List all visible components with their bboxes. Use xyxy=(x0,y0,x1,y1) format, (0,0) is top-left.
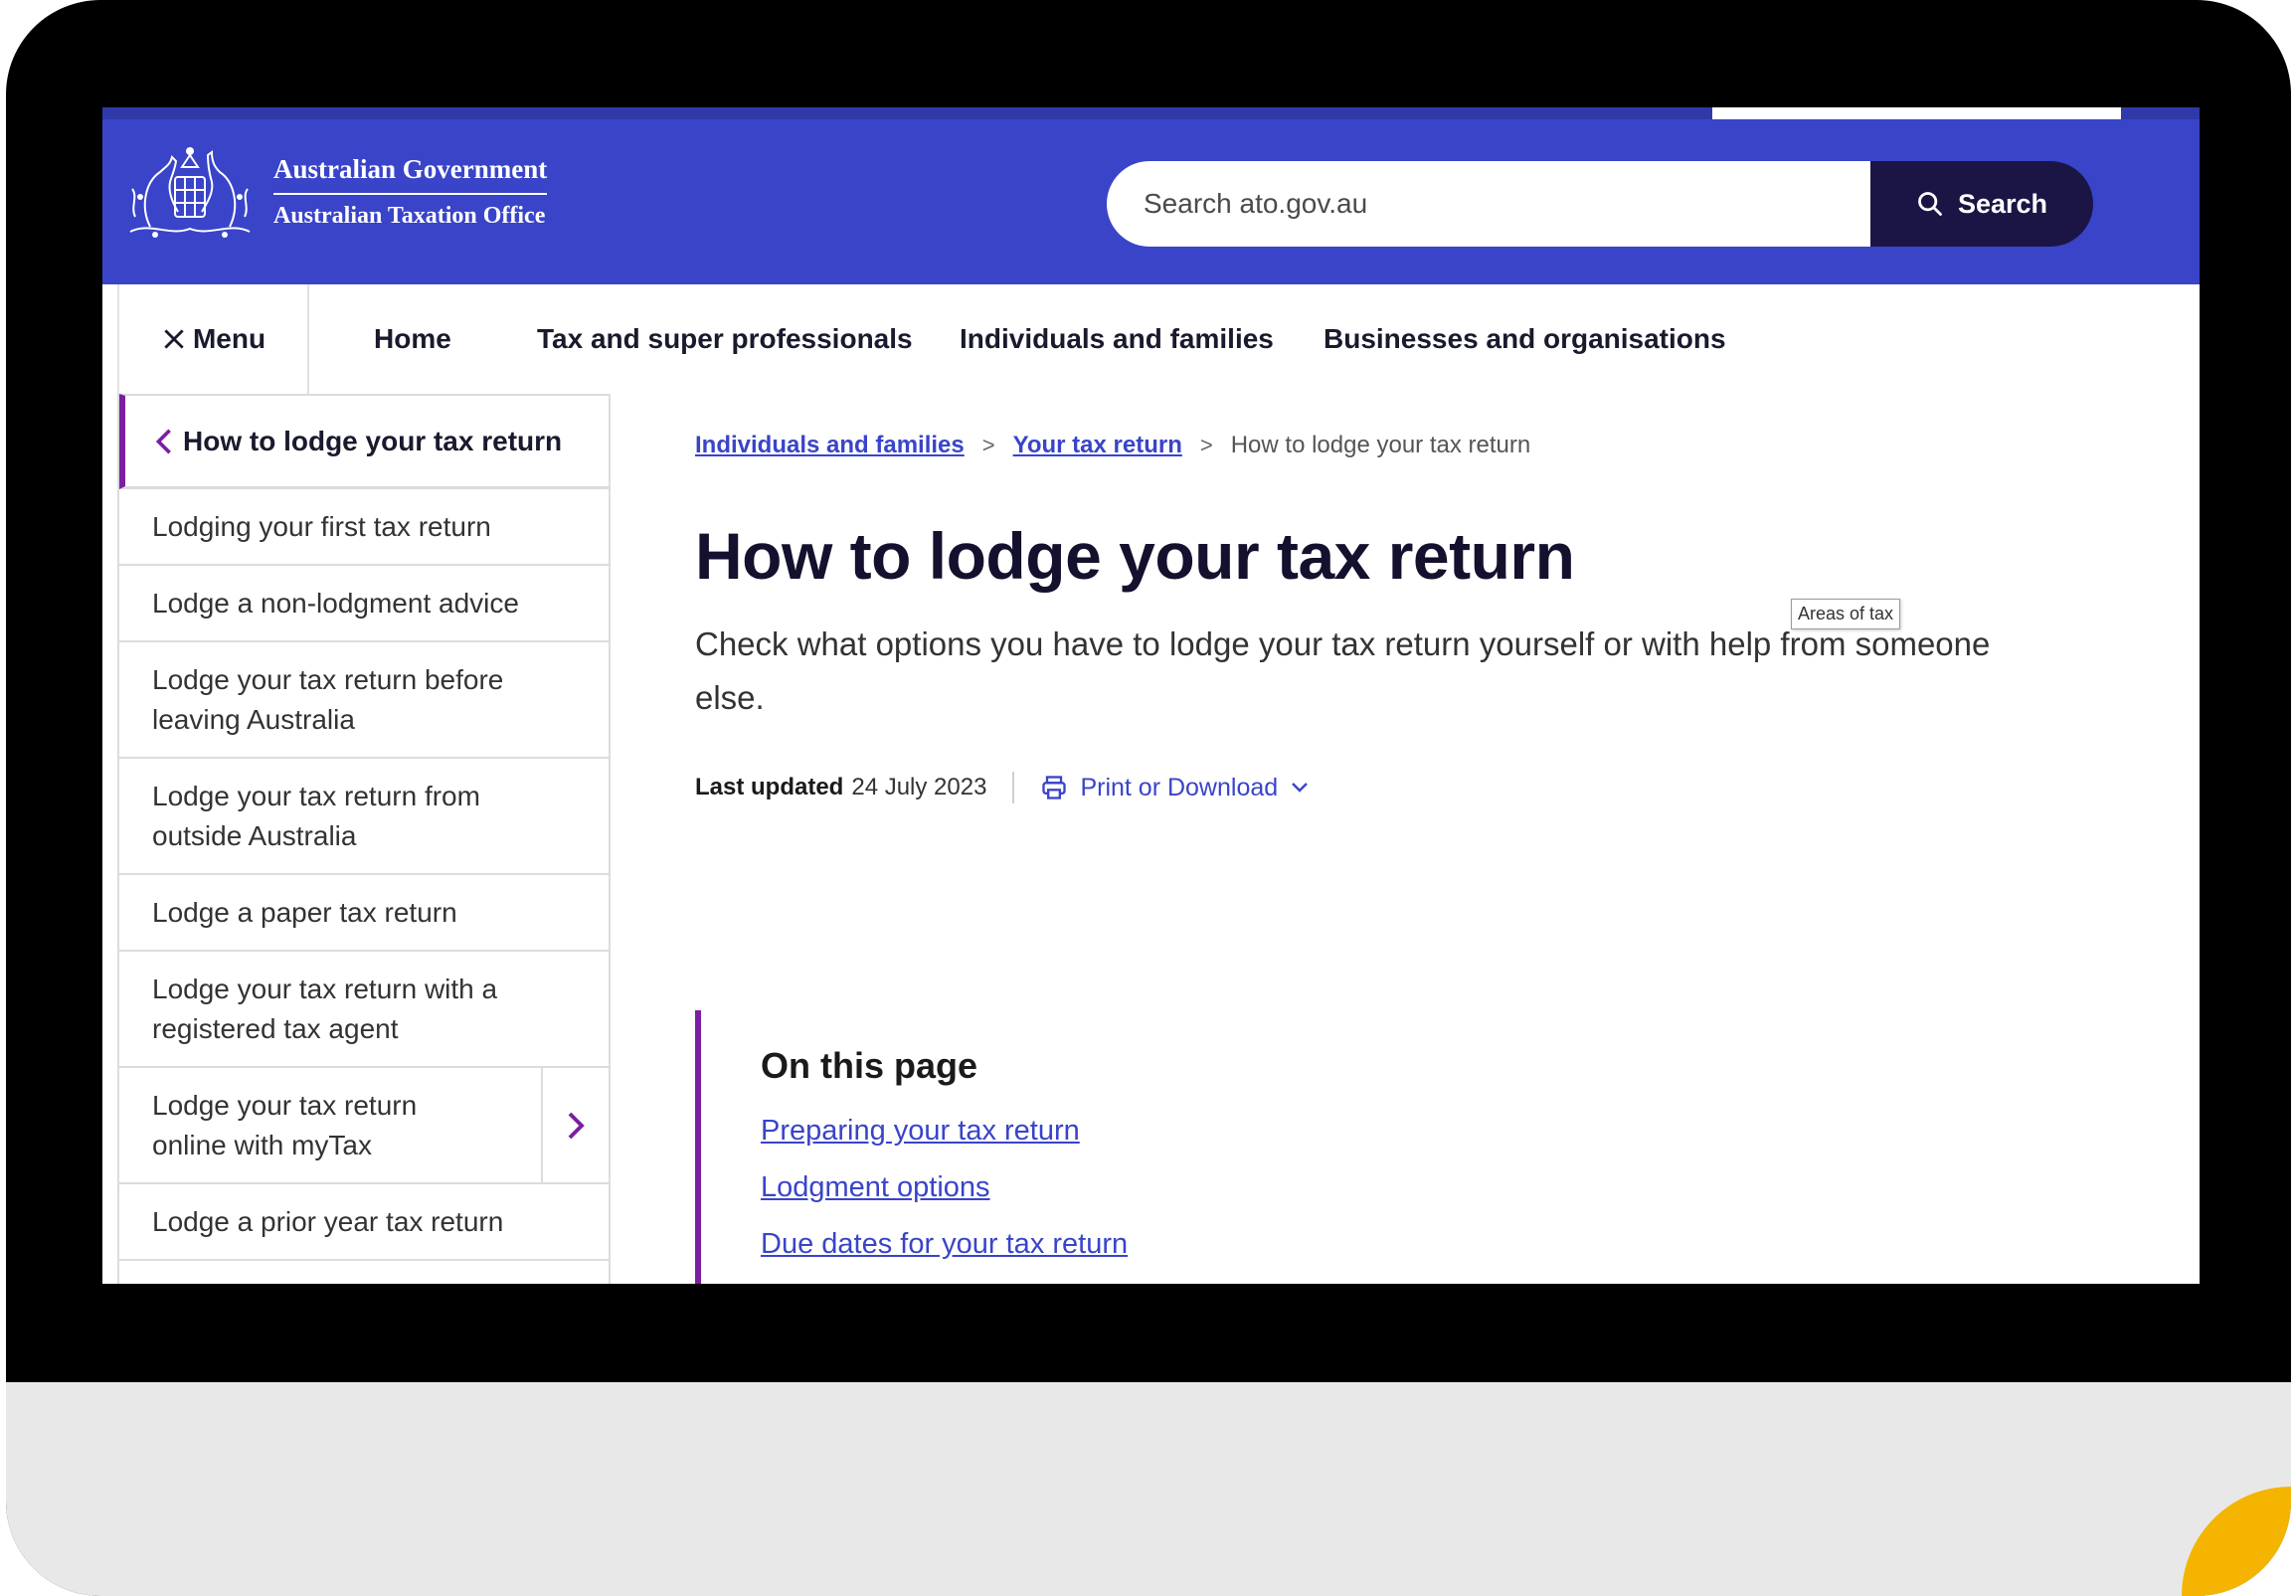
search-bar: Search xyxy=(1107,161,2093,247)
on-this-page-title: On this page xyxy=(761,1045,978,1086)
search-button-label: Search xyxy=(1957,188,2048,219)
coat-of-arms-icon xyxy=(129,147,251,238)
search-input[interactable] xyxy=(1107,161,1870,247)
site-header: Australian Government Australian Taxatio… xyxy=(102,119,2200,284)
sidebar-item-before-leaving[interactable]: Lodge your tax return before leaving Aus… xyxy=(119,642,609,759)
search-button[interactable]: Search xyxy=(1870,161,2093,247)
breadcrumb-your-tax-return[interactable]: Your tax return xyxy=(1013,432,1182,459)
page-lead: Check what options you have to lodge you… xyxy=(695,625,1991,716)
sidebar-item-tax-agent[interactable]: Lodge your tax return with a registered … xyxy=(119,952,609,1068)
logo-text: Australian Government Australian Taxatio… xyxy=(273,154,548,230)
sidebar-item-label: Lodge a prior year tax return xyxy=(152,1205,504,1237)
sidebar-item-label: Lodge your tax return with a xyxy=(152,973,498,1004)
nav-businesses-organisations[interactable]: Businesses and organisations xyxy=(1324,284,1726,394)
close-icon xyxy=(164,329,184,349)
ato-logo[interactable]: Australian Government Australian Taxatio… xyxy=(120,137,548,247)
top-strip xyxy=(102,107,2200,119)
last-updated-value: 24 July 2023 xyxy=(851,774,987,800)
sidebar-item-label: Lodge a non-lodgment advice xyxy=(152,587,519,619)
sidebar-back-link[interactable]: How to lodge your tax return xyxy=(119,394,609,489)
on-this-page: On this page Preparing your tax return L… xyxy=(695,1010,1491,1284)
sidebar-item-label-line2: registered tax agent xyxy=(152,1012,399,1044)
page-title: How to lodge your tax return xyxy=(695,519,1575,593)
sidebar-expand-button[interactable] xyxy=(541,1068,609,1182)
device-chin xyxy=(6,1382,2291,1596)
sidebar-heading: How to lodge your tax return xyxy=(183,425,563,456)
search-icon xyxy=(1918,192,1942,216)
chevron-left-icon xyxy=(155,429,171,453)
top-strip-tab xyxy=(1712,107,2121,119)
breadcrumb-separator-icon: > xyxy=(981,433,995,457)
breadcrumb-separator-icon: > xyxy=(1199,433,1213,457)
sidebar-item-label: Lodge your tax return from xyxy=(152,780,480,811)
breadcrumb-individuals-families[interactable]: Individuals and families xyxy=(695,432,965,459)
chevron-down-icon xyxy=(1292,783,1309,793)
menu-label: Menu xyxy=(192,323,266,354)
chevron-right-icon xyxy=(568,1112,585,1139)
sidebar-item-first-tax-return[interactable]: Lodging your first tax return xyxy=(119,489,609,566)
sidebar-item-label: Lodging your first tax return xyxy=(152,510,491,542)
breadcrumb-current: How to lodge your tax return xyxy=(1230,432,1531,458)
sidebar-item-label: Lodge your tax return xyxy=(152,1089,418,1121)
last-updated-label: Last updated xyxy=(695,774,844,800)
menu-toggle-button[interactable]: Menu xyxy=(117,284,309,394)
link-preparing-tax-return[interactable]: Preparing your tax return xyxy=(761,1115,1491,1148)
on-this-page-links: Preparing your tax return Lodgment optio… xyxy=(761,1115,1491,1261)
nav-individuals-families[interactable]: Individuals and families xyxy=(960,284,1274,394)
meta-divider xyxy=(1012,772,1015,803)
link-due-dates[interactable]: Due dates for your tax return xyxy=(761,1228,1491,1261)
nav-home[interactable]: Home xyxy=(374,284,451,394)
nav-tax-super-professionals[interactable]: Tax and super professionals xyxy=(537,284,913,394)
page-meta: Last updated 24 July 2023 Print or Downl… xyxy=(695,772,1310,803)
sidebar-item-prior-year[interactable]: Lodge a prior year tax return xyxy=(119,1184,609,1261)
link-lodgment-options[interactable]: Lodgment options xyxy=(761,1171,1491,1204)
print-download-button[interactable]: Print or Download xyxy=(1040,774,1310,802)
sidebar-item-label-line2: outside Australia xyxy=(152,819,357,851)
sidebar-item-label: Lodge a paper tax return xyxy=(152,896,457,928)
sidebar-item-label: Lodge your tax return before xyxy=(152,663,504,695)
sidebar-item-label-line2: leaving Australia xyxy=(152,703,355,735)
printer-icon xyxy=(1042,776,1067,799)
sidebar-item-non-lodgment-advice[interactable]: Lodge a non-lodgment advice xyxy=(119,566,609,642)
breadcrumb: Individuals and families > Your tax retu… xyxy=(695,432,1530,459)
sidebar-item-outside-australia[interactable]: Lodge your tax return from outside Austr… xyxy=(119,759,609,875)
logo-line-government: Australian Government xyxy=(273,154,548,195)
main-nav: Menu Home Tax and super professionals In… xyxy=(102,284,2200,394)
logo-line-ato: Australian Taxation Office xyxy=(273,203,546,229)
browser-screen: Australian Government Australian Taxatio… xyxy=(102,107,2200,1284)
tooltip: Areas of tax xyxy=(1791,599,1901,629)
sidebar-item-label-line2: online with myTax xyxy=(152,1129,372,1160)
sidebar-item-mytax[interactable]: Lodge your tax return online with myTax xyxy=(119,1068,609,1184)
device-frame: Australian Government Australian Taxatio… xyxy=(6,0,2291,1596)
sidebar-item-paper-tax-return[interactable]: Lodge a paper tax return xyxy=(119,875,609,952)
print-download-label: Print or Download xyxy=(1080,773,1279,801)
sidebar-nav: How to lodge your tax return Lodging you… xyxy=(117,394,611,1284)
